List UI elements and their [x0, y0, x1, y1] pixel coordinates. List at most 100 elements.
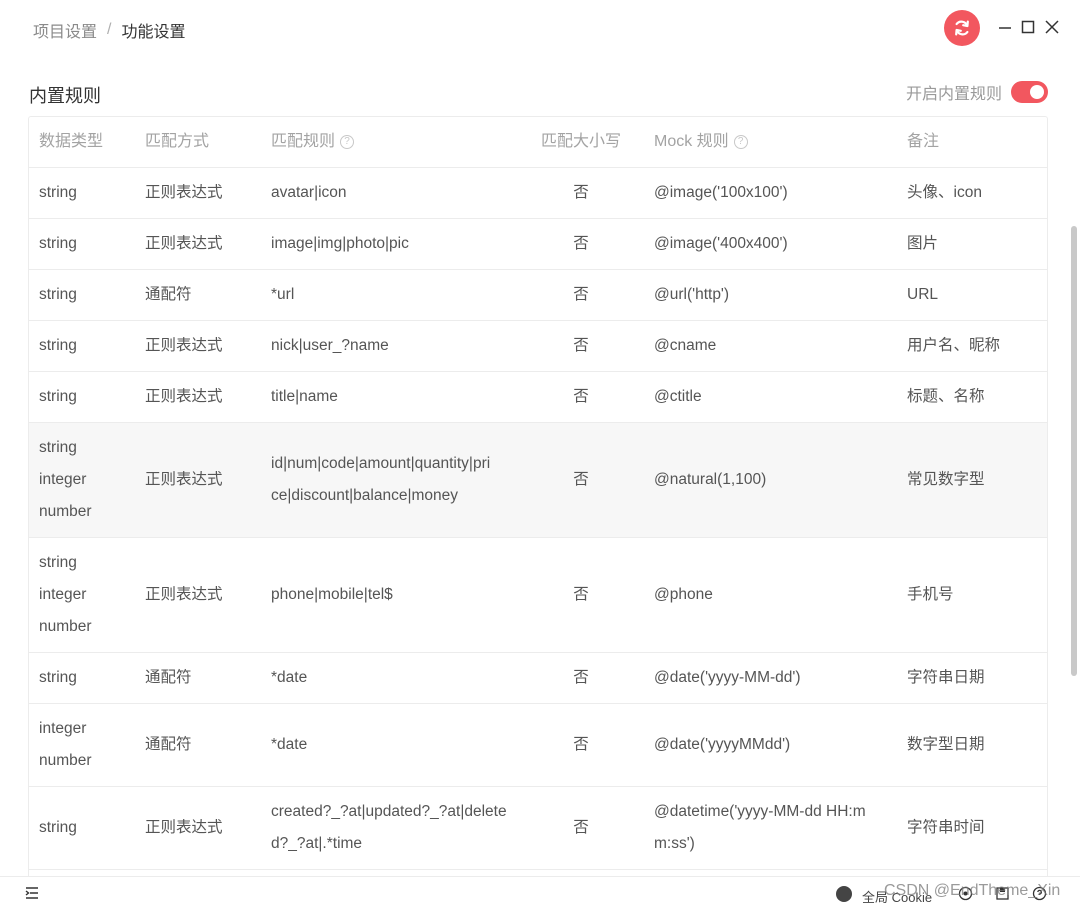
- cell-match-rule-line: created?_?at|updated?_?at|delete: [271, 803, 507, 820]
- table-row[interactable]: string 正则表达式 title|name 否 @ctitle 标题、名称: [29, 372, 1047, 423]
- sync-button[interactable]: [944, 10, 980, 46]
- cell-data-type: string: [39, 653, 139, 703]
- scrollbar-thumb[interactable]: [1071, 226, 1077, 676]
- cell-data-type-line: string: [39, 286, 77, 303]
- column-header-match-rule: 匹配规则?: [271, 117, 531, 167]
- cell-match-mode: 正则表达式: [145, 388, 223, 405]
- table-row[interactable]: string integer number 正则表达式 id|num|code|amou…: [29, 423, 1047, 538]
- cell-mock-rule: @phone: [654, 538, 894, 652]
- cell-match-rule: *date: [271, 704, 531, 786]
- table-row[interactable]: integer number 通配符 *date 否 @date('yyyyMMdd') 数…: [29, 704, 1047, 787]
- minimize-button[interactable]: [996, 18, 1014, 36]
- cell-case-sensitive: 否: [573, 819, 589, 836]
- cell-note: 图片: [907, 235, 939, 252]
- cell-data-type-line: string: [39, 235, 77, 252]
- cell-data-type-line: integer: [39, 586, 87, 603]
- cell-mock-rule: @datetime('yyyy-MM-dd HH:m m:ss'): [654, 787, 894, 869]
- cell-match-rule-line: title|name: [271, 388, 338, 405]
- cell-data-type-line: string: [39, 439, 77, 456]
- column-header-match-mode: 匹配方式: [145, 133, 210, 150]
- cell-data-type-line: string: [39, 184, 77, 201]
- cell-case-sensitive: 否: [573, 286, 589, 303]
- cell-note: 手机号: [907, 586, 954, 603]
- cell-match-mode: 通配符: [145, 286, 192, 303]
- cell-data-type: string: [39, 219, 139, 269]
- table-row[interactable]: string 正则表达式 nick|user_?name 否 @cname 用户名、昵称: [29, 321, 1047, 372]
- cell-match-mode: 正则表达式: [145, 184, 223, 201]
- cell-note: 头像、icon: [907, 184, 982, 201]
- cell-mock-rule-line: @natural(1,100): [654, 471, 767, 488]
- cell-match-rule-line: image|img|photo|pic: [271, 235, 409, 252]
- cell-match-rule-line: d?_?at|.*time: [271, 835, 363, 852]
- cell-mock-rule-line: @date('yyyyMMdd'): [654, 736, 791, 753]
- cell-match-rule-line: *date: [271, 669, 308, 686]
- table-row[interactable]: string 正则表达式 avatar|icon 否 @image('100x100')…: [29, 168, 1047, 219]
- table-row[interactable]: string 正则表达式 image|img|photo|pic 否 @image('4…: [29, 219, 1047, 270]
- minimize-icon: [999, 27, 1011, 29]
- cell-mock-rule-line: @cname: [654, 337, 717, 354]
- cell-data-type: string: [39, 787, 139, 869]
- breadcrumb-current: 功能设置: [121, 24, 186, 41]
- section-title: 内置规则: [29, 86, 101, 106]
- cell-data-type-line: integer: [39, 720, 87, 737]
- builtin-rules-switch-group: 开启内置规则: [906, 80, 1048, 104]
- cell-match-mode: 正则表达式: [145, 235, 223, 252]
- cell-match-rule: *date: [271, 653, 531, 703]
- rules-table: 数据类型 匹配方式 匹配规则? 匹配大小写 Mock 规则? 备注 string…: [28, 116, 1048, 876]
- cell-match-mode: 通配符: [145, 669, 192, 686]
- cell-match-mode: 正则表达式: [145, 337, 223, 354]
- cell-data-type: string integer number: [39, 423, 139, 537]
- breadcrumb-project-settings[interactable]: 项目设置: [33, 18, 97, 42]
- help-icon[interactable]: ?: [340, 135, 355, 149]
- cell-note: 用户名、昵称: [907, 337, 1001, 354]
- cell-mock-rule-line: @ctitle: [654, 388, 702, 405]
- cell-data-type: string: [39, 372, 139, 422]
- cell-mock-rule: @date('yyyyMMdd'): [654, 704, 894, 786]
- cell-case-sensitive: 否: [573, 586, 589, 603]
- cell-mock-rule: @image('100x100'): [654, 168, 894, 218]
- cell-match-rule: created?_?at|updated?_?at|delete d?_?at|.…: [271, 787, 531, 869]
- cell-mock-rule: @image('400x400'): [654, 219, 894, 269]
- maximize-button[interactable]: [1019, 18, 1037, 36]
- cell-data-type: string: [39, 168, 139, 218]
- cell-data-type: string: [39, 321, 139, 371]
- cookie-icon[interactable]: [836, 886, 852, 902]
- cell-data-type: integer number: [39, 704, 139, 786]
- cell-mock-rule: @url('http'): [654, 270, 894, 320]
- cell-mock-rule: @date('yyyy-MM-dd'): [654, 653, 894, 703]
- cell-match-mode: 正则表达式: [145, 586, 223, 603]
- cell-match-rule: id|num|code|amount|quantity|pri ce|discou…: [271, 423, 531, 537]
- cell-match-mode: 正则表达式: [145, 471, 223, 488]
- cell-data-type-line: number: [39, 503, 92, 520]
- cell-mock-rule-line: @url('http'): [654, 286, 730, 303]
- table-row[interactable]: string 正则表达式 created?_?at|updated?_?at|del…: [29, 787, 1047, 870]
- cell-match-rule-line: nick|user_?name: [271, 337, 389, 354]
- cell-data-type-line: string: [39, 819, 77, 836]
- cell-match-rule-line: avatar|icon: [271, 184, 347, 201]
- column-header-data-type: 数据类型: [39, 133, 104, 150]
- cell-case-sensitive: 否: [573, 736, 589, 753]
- cell-data-type-line: number: [39, 618, 92, 635]
- status-bar: 全局 Cookie CSDN @EndTheme_Xin: [0, 876, 1080, 908]
- cell-data-type-line: string: [39, 337, 77, 354]
- cell-data-type: string: [39, 270, 139, 320]
- table-row[interactable]: string 通配符 *url 否 @url('http') URL: [29, 270, 1047, 321]
- column-header-note: 备注: [907, 133, 940, 150]
- help-icon[interactable]: ?: [733, 135, 748, 149]
- table-row[interactable]: string 通配符 *date 否 @date('yyyy-MM-dd') 字符串日期: [29, 653, 1047, 704]
- cell-case-sensitive: 否: [573, 388, 589, 405]
- app-window: 项目设置 / 功能设置 内置规则 开启内置规则 数据类型 匹配方式 匹配规则 ?…: [0, 0, 1080, 908]
- toggle-knob: [1030, 85, 1044, 99]
- cell-mock-rule-line: @image('400x400'): [654, 235, 788, 252]
- table-row[interactable]: string integer number 正则表达式 phone|mobile|tel…: [29, 538, 1047, 653]
- cell-case-sensitive: 否: [573, 184, 589, 201]
- scrollbar-track[interactable]: [1068, 56, 1080, 876]
- builtin-rules-toggle[interactable]: [1011, 81, 1048, 103]
- cell-mock-rule: @natural(1,100): [654, 423, 894, 537]
- breadcrumb-separator: /: [107, 21, 112, 38]
- close-button[interactable]: [1043, 18, 1061, 36]
- menu-collapse-icon[interactable]: [25, 886, 39, 900]
- cell-data-type: string integer number: [39, 538, 139, 652]
- cell-mock-rule-line: @datetime('yyyy-MM-dd HH:m: [654, 803, 866, 820]
- watermark-text: CSDN @EndTheme_Xin: [884, 882, 1061, 899]
